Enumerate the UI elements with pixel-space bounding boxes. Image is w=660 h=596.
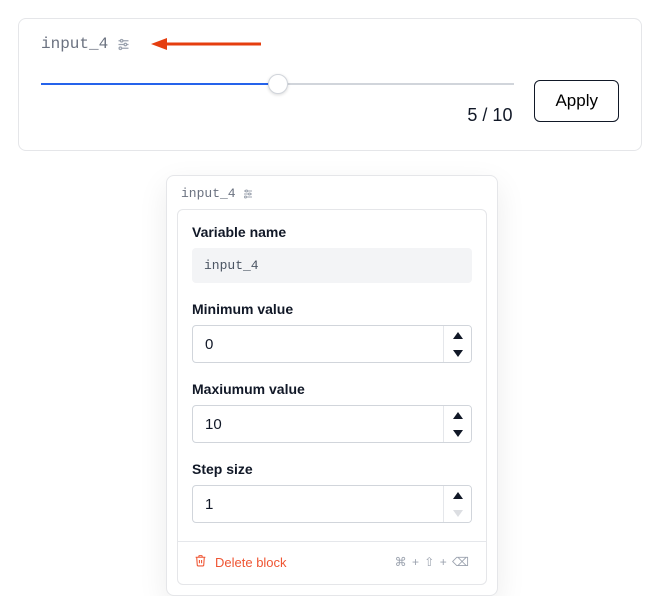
delete-block-button[interactable]: Delete block (194, 554, 287, 570)
minimum-step-down[interactable] (444, 344, 471, 362)
slider-block-card: input_4 5 / 10 Apply (18, 18, 642, 151)
maximum-step-down[interactable] (444, 424, 471, 442)
field-step-size: Step size 1 (192, 461, 472, 523)
popover-varname: input_4 (181, 186, 236, 201)
variable-name-field-label: Variable name (192, 224, 472, 240)
step-size-step-down[interactable] (444, 504, 471, 522)
delete-block-label: Delete block (215, 555, 287, 570)
card-header: input_4 (41, 35, 619, 53)
settings-popover: 5 / 10 input_4 Variable name input_4 Min… (166, 175, 498, 596)
slider-readout: 5 / 10 (41, 105, 514, 126)
step-size-step-up[interactable] (444, 486, 471, 504)
annotation-arrow (151, 35, 261, 53)
maximum-step-up[interactable] (444, 406, 471, 424)
field-maximum: Maxiumum value 10 (192, 381, 472, 443)
slider-thumb[interactable] (268, 74, 288, 94)
step-size-value[interactable]: 1 (193, 486, 443, 522)
popover-footer: Delete block ⌘ + ⇧ + ⌫ (192, 542, 472, 584)
slider-row: 5 / 10 Apply (41, 75, 619, 126)
field-variable-name: Variable name input_4 (192, 224, 472, 283)
minimum-label: Minimum value (192, 301, 472, 317)
sliders-icon[interactable] (116, 37, 131, 52)
maximum-label: Maxiumum value (192, 381, 472, 397)
slider-fill (41, 83, 278, 85)
maximum-input[interactable]: 10 (192, 405, 472, 443)
popover-panel: Variable name input_4 Minimum value 0 Ma… (177, 209, 487, 585)
variable-name-label: input_4 (41, 35, 108, 53)
apply-button[interactable]: Apply (534, 80, 619, 122)
keyboard-shortcut: ⌘ + ⇧ + ⌫ (395, 555, 470, 569)
minimum-step-up[interactable] (444, 326, 471, 344)
maximum-value[interactable]: 10 (193, 406, 443, 442)
trash-icon (194, 554, 207, 570)
field-minimum: Minimum value 0 (192, 301, 472, 363)
step-size-label: Step size (192, 461, 472, 477)
sliders-icon (242, 188, 254, 200)
popover-header: input_4 (167, 176, 497, 209)
slider-track[interactable] (41, 75, 514, 93)
minimum-value[interactable]: 0 (193, 326, 443, 362)
step-size-input[interactable]: 1 (192, 485, 472, 523)
minimum-input[interactable]: 0 (192, 325, 472, 363)
variable-name-input[interactable]: input_4 (192, 248, 472, 283)
